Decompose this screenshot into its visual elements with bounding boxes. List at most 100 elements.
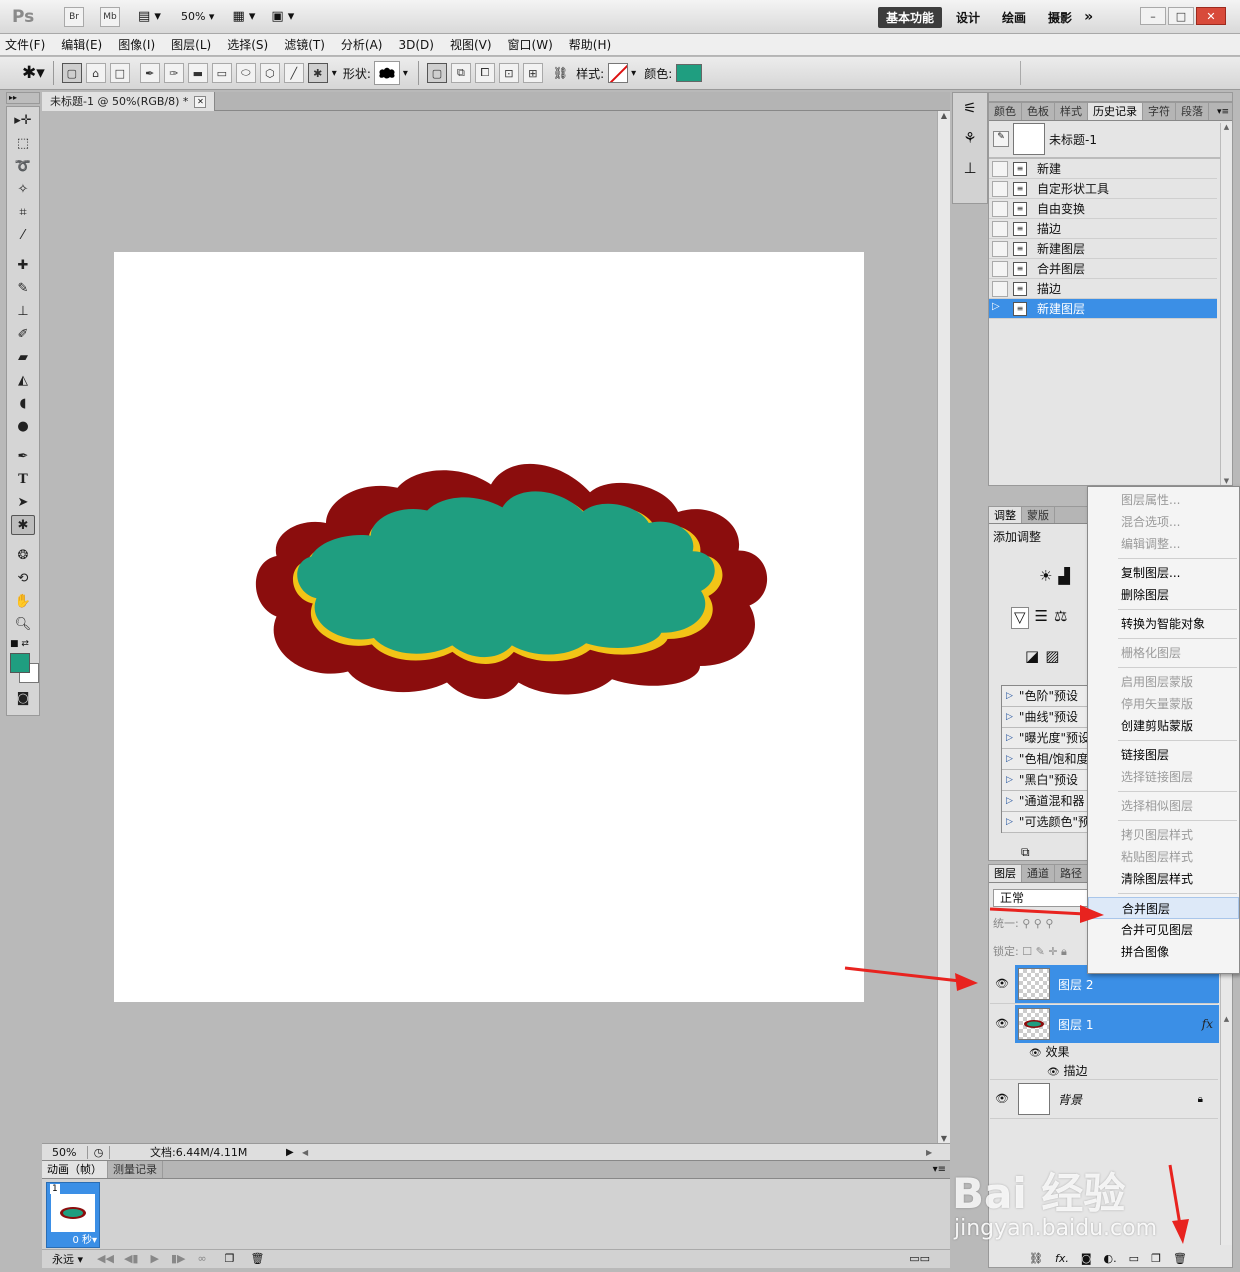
history-brush-source-checkbox[interactable] — [992, 160, 1008, 177]
gradient-map-icon[interactable]: ▨ — [1045, 647, 1059, 669]
play-icon[interactable]: ▶ — [150, 1252, 158, 1265]
dodge-tool-icon[interactable]: ● — [11, 416, 35, 436]
expand-triangle-icon[interactable]: ▷ — [1006, 770, 1013, 790]
history-step[interactable]: ≡ 描边 — [989, 279, 1217, 299]
layer-row-layer-1[interactable]: 图层 1 fx — [1015, 1005, 1219, 1043]
create-new-shape-layer-icon[interactable]: ▢ — [426, 63, 447, 83]
clip-to-layer-icon[interactable]: ⧉ — [1021, 845, 1030, 860]
history-step[interactable]: ≡ 新建 — [989, 159, 1217, 179]
tool-preset-icon[interactable]: ✱▾ — [22, 63, 45, 83]
eyedropper-tool-icon[interactable]: ⁄ — [11, 225, 35, 245]
tab-styles[interactable]: 样式 — [1055, 103, 1088, 120]
rectangle-option-icon[interactable]: ▬ — [187, 63, 208, 83]
blur-tool-icon[interactable]: ◖ — [11, 393, 35, 413]
ellipse-option-icon[interactable]: ⬭ — [235, 63, 256, 83]
unify-icons[interactable]: ⚲ ⚲ ⚲ — [1022, 917, 1053, 930]
history-step[interactable]: ≡ 合并图层 — [989, 259, 1217, 279]
tab-channels[interactable]: 通道 — [1022, 865, 1055, 882]
workspace-painting[interactable]: 绘画 — [1002, 9, 1026, 26]
context-menu-item[interactable]: 复制图层... — [1088, 562, 1239, 584]
paint-bucket-tool-icon[interactable]: ◭ — [11, 370, 35, 390]
menu-window[interactable]: 窗口(W) — [508, 36, 553, 53]
background-visibility-eye-icon[interactable]: 👁︎ — [994, 1092, 1010, 1108]
intersect-shape-areas-icon[interactable]: ⊡ — [498, 63, 519, 83]
default-colors-icon[interactable]: ■ ⇄ — [7, 637, 39, 651]
history-brush-source-checkbox[interactable] — [992, 260, 1008, 277]
subtract-shape-area-icon[interactable]: ⧠ — [474, 63, 495, 83]
link-layers-icon[interactable]: ⛓ — [1029, 1252, 1043, 1265]
history-panel-menu-icon[interactable]: ▾≡ — [1217, 103, 1229, 120]
duplicate-frame-icon[interactable]: ❐ — [225, 1252, 235, 1265]
tab-masks[interactable]: 蒙版 — [1022, 507, 1055, 523]
layer-effects-fx-icon[interactable]: fx — [1202, 1017, 1213, 1031]
paths-mode-icon[interactable]: ⌂ — [85, 63, 106, 83]
tab-paths[interactable]: 路径 — [1055, 865, 1088, 882]
hand-tool-icon[interactable]: ✋ — [11, 591, 35, 611]
color-swatches[interactable] — [7, 651, 39, 685]
pen-tool-icon[interactable]: ✒ — [11, 446, 35, 466]
add-layer-mask-icon[interactable]: ◙ — [1081, 1252, 1092, 1265]
geometry-options-icon[interactable]: ▾ — [332, 68, 337, 79]
animation-frame[interactable]: 1 0 秒▾ — [46, 1182, 100, 1248]
minimize-button[interactable]: – — [1140, 7, 1166, 25]
cloud-shape[interactable] — [114, 252, 864, 1002]
vibrance-icon[interactable]: ▽ — [1011, 607, 1029, 629]
status-zoom[interactable]: 50% — [42, 1145, 88, 1159]
menu-image[interactable]: 图像(I) — [118, 36, 155, 53]
quick-selection-tool-icon[interactable]: ✧ — [11, 179, 35, 199]
lasso-tool-icon[interactable]: ➰ — [11, 156, 35, 176]
screen-mode-icon[interactable]: ▣ ▾ — [271, 9, 294, 24]
history-step[interactable]: ≡ 描边 — [989, 219, 1217, 239]
effects-eye-icon[interactable]: 👁︎ — [1029, 1048, 1042, 1059]
status-menu-arrow-icon[interactable]: ▶ — [286, 1147, 294, 1158]
crop-tool-icon[interactable]: ⌗ — [11, 202, 35, 222]
hue-saturation-icon[interactable]: ☰ — [1035, 607, 1048, 629]
context-menu-item[interactable]: 合并图层 — [1088, 897, 1239, 919]
toolbox-header[interactable]: ▸▸ — [6, 92, 40, 104]
line-option-icon[interactable]: ╱ — [283, 63, 304, 83]
adjustment-preset-item[interactable]: ▷ "曲线"预设 — [1002, 707, 1088, 728]
tab-color[interactable]: 颜色 — [989, 103, 1022, 120]
delete-layer-icon[interactable]: 🗑︎ — [1173, 1252, 1187, 1265]
history-brush-tool-icon[interactable]: ✐ — [11, 324, 35, 344]
frame-delay[interactable]: 0 秒▾ — [72, 1231, 97, 1246]
document-tab[interactable]: 未标题-1 @ 50%(RGB/8) * ✕ — [42, 92, 216, 111]
foreground-color-swatch[interactable] — [10, 653, 30, 673]
clone-source-icon[interactable]: ⚘ — [953, 123, 987, 153]
history-brush-source-checkbox[interactable]: ▷ — [992, 301, 1008, 317]
polygon-option-icon[interactable]: ⬡ — [259, 63, 280, 83]
lock-transparent-icon[interactable]: ☐ — [1022, 945, 1032, 958]
shape-color-swatch[interactable] — [676, 64, 703, 82]
style-picker[interactable] — [608, 63, 629, 83]
loop-select[interactable]: 永远 ▾ — [52, 1251, 83, 1267]
3d-orbit-tool-icon[interactable]: ⟲ — [11, 568, 35, 588]
menu-filter[interactable]: 滤镜(T) — [284, 36, 325, 53]
status-info-icon[interactable]: ◷ — [88, 1145, 110, 1159]
menu-view[interactable]: 视图(V) — [450, 36, 492, 53]
tab-animation-frames[interactable]: 动画（帧） — [42, 1161, 108, 1178]
mini-bridge-button[interactable]: Mb — [100, 6, 120, 27]
adjustment-preset-item[interactable]: ▷ "黑白"预设 — [1002, 770, 1088, 791]
rounded-rectangle-option-icon[interactable]: ▭ — [211, 63, 232, 83]
menu-edit[interactable]: 编辑(E) — [61, 36, 102, 53]
workspace-design[interactable]: 设计 — [956, 9, 980, 26]
history-snapshot[interactable]: ✎ 未标题-1 — [989, 121, 1232, 159]
pen-tool-option-icon[interactable]: ✒ — [139, 63, 160, 83]
layer-2-visibility-eye-icon[interactable]: 👁︎ — [994, 977, 1010, 993]
brush-presets-icon[interactable]: ⚟ — [953, 93, 987, 123]
history-brush-source-checkbox[interactable] — [992, 220, 1008, 237]
animation-panel-menu-icon[interactable]: ▾≡ — [933, 1161, 946, 1178]
3d-rotate-tool-icon[interactable]: ❂ — [11, 545, 35, 565]
custom-shape-option-icon[interactable]: ✱ — [307, 63, 328, 83]
link-icon[interactable]: ⛓ — [553, 66, 568, 80]
workspace-photography[interactable]: 摄影 — [1048, 9, 1072, 26]
custom-shape-tool-icon[interactable]: ✱ — [11, 515, 35, 535]
history-step[interactable]: ≡ 自由变换 — [989, 199, 1217, 219]
path-selection-tool-icon[interactable]: ➤ — [11, 492, 35, 512]
zoom-level-dropdown[interactable]: 50% ▾ — [181, 10, 214, 23]
history-step[interactable]: ≡ 新建图层 — [989, 239, 1217, 259]
zoom-tool-icon[interactable]: 🔍︎ — [11, 614, 35, 634]
tab-swatches[interactable]: 色板 — [1022, 103, 1055, 120]
stroke-effect-eye-icon[interactable]: 👁︎ — [1047, 1067, 1060, 1078]
channel-mixer-icon[interactable]: ◪ — [1025, 647, 1039, 669]
